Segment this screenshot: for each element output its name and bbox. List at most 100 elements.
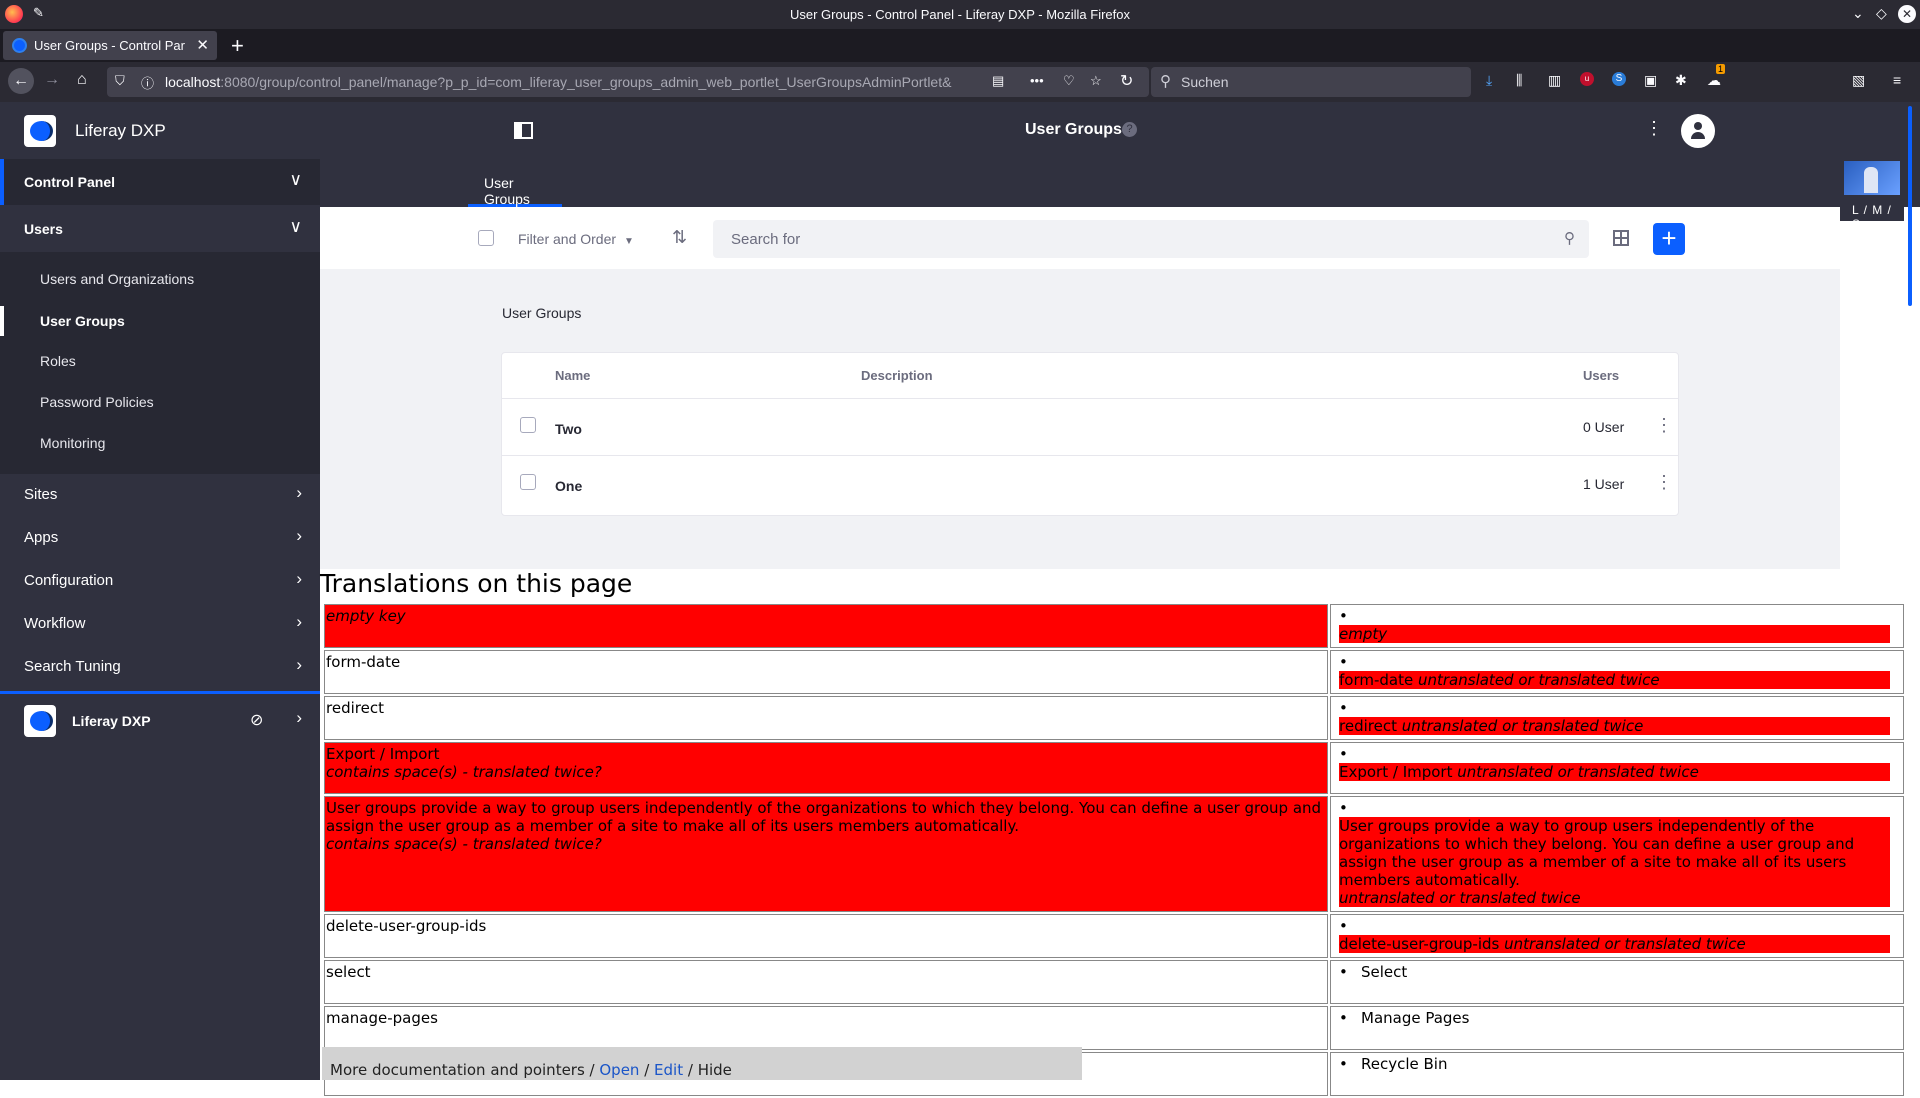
add-user-group-button[interactable]: + [1653, 223, 1685, 255]
translations-table: empty key •empty form-date •form-date un… [322, 602, 1906, 1098]
open-link[interactable]: Open [599, 1061, 639, 1079]
extension-box-icon[interactable]: ▧ [1852, 72, 1865, 89]
tab-user-groups[interactable]: User Groups [468, 159, 562, 207]
translation-key: manage-pages [324, 1006, 1328, 1050]
translation-row: User groups provide a way to group users… [324, 796, 1904, 912]
hide-link[interactable]: / Hide [683, 1061, 732, 1079]
pocket-icon[interactable]: ♡ [1063, 73, 1075, 89]
table-header: Name Description Users [502, 353, 1678, 399]
translation-row: select • Select [324, 960, 1904, 1004]
sidebar-item-configuration[interactable]: Configuration › [0, 560, 320, 603]
site-selector[interactable]: Liferay DXP ⊘ › [0, 691, 320, 747]
hamburger-menu-icon[interactable]: ≡ [1893, 72, 1901, 88]
row-name[interactable]: One [555, 478, 582, 494]
browser-search-field[interactable]: ⚲ Suchen [1151, 67, 1471, 97]
close-window-icon[interactable]: ✕ [1898, 5, 1916, 23]
select-all-checkbox[interactable] [478, 230, 494, 246]
sort-order-icon[interactable]: ⇅ [672, 227, 687, 248]
search-input[interactable]: Search for ⚲ [713, 220, 1589, 258]
translation-row: form-date •form-date untranslated or tra… [324, 650, 1904, 694]
maximize-icon[interactable]: ◇ [1876, 5, 1887, 22]
translation-key: Export / Import contains space(s) - trans… [324, 742, 1328, 794]
translation-row: redirect •redirect untranslated or trans… [324, 696, 1904, 740]
extension-gear-icon[interactable]: ✱ [1675, 72, 1687, 89]
url-bar[interactable]: ⛉ ⓘ localhost:8080/group/control_panel/m… [107, 67, 1149, 97]
sidebar-item-workflow[interactable]: Workflow › [0, 603, 320, 646]
library-icon[interactable]: ⫼ [1516, 72, 1522, 89]
product-menu: Liferay DXP Control Panel ∨ Users ∨ User… [0, 102, 320, 1080]
chevron-down-icon: ∨ [289, 170, 302, 189]
users-submenu: Users and Organizations User Groups Role… [0, 252, 320, 474]
table-row[interactable]: One 1 User ⋮ [502, 456, 1678, 513]
translation-row: delete-user-group-ids •delete-user-group… [324, 914, 1904, 958]
options-kebab-icon[interactable]: ⋮ [1645, 118, 1663, 139]
shield-icon[interactable]: ⛉ [115, 73, 125, 89]
row-checkbox[interactable] [520, 417, 536, 433]
row-actions-kebab-icon[interactable]: ⋮ [1655, 472, 1673, 493]
reader-view-icon[interactable]: ▤ [992, 73, 1004, 89]
video-thumbnail[interactable]: L / M / S [1840, 159, 1904, 231]
translation-key: empty key [324, 604, 1328, 648]
new-tab-icon[interactable]: + [231, 33, 244, 59]
filter-and-order-dropdown[interactable]: Filter and Order ▼ [518, 231, 634, 247]
row-actions-kebab-icon[interactable]: ⋮ [1655, 415, 1673, 436]
translation-row: Export / Import contains space(s) - trans… [324, 742, 1904, 794]
translation-key: select [324, 960, 1328, 1004]
row-checkbox[interactable] [520, 474, 536, 490]
documentation-bar: More documentation and pointers / Open /… [322, 1047, 1082, 1080]
size-toggle-label[interactable]: L / M / S [1852, 203, 1904, 231]
sidebar-item-apps[interactable]: Apps › [0, 517, 320, 560]
row-users: 1 User [1583, 476, 1625, 492]
sidebar-icon[interactable]: ▥ [1548, 72, 1561, 89]
users-section[interactable]: Users ∨ [0, 206, 320, 252]
product-menu-toggle-icon[interactable] [514, 122, 533, 139]
column-name[interactable]: Name [555, 368, 590, 383]
url-text[interactable]: localhost:8080/group/control_panel/manag… [165, 74, 955, 90]
column-description[interactable]: Description [861, 368, 933, 383]
browser-tab[interactable]: User Groups - Control Par ✕ [3, 31, 217, 60]
translation-key: User groups provide a way to group users… [324, 796, 1328, 912]
search-icon[interactable]: ⚲ [1564, 229, 1575, 247]
site-logo-icon [24, 705, 56, 737]
column-users[interactable]: Users [1583, 368, 1619, 383]
page-title: User Groups [1025, 121, 1122, 138]
edit-link[interactable]: Edit [654, 1061, 683, 1079]
minimize-icon[interactable]: ⌄ [1852, 5, 1864, 22]
sidebar-item-user-groups[interactable]: User Groups [0, 306, 320, 336]
control-panel-section[interactable]: Control Panel ∨ [0, 159, 320, 205]
sidebar-item-password-policies[interactable]: Password Policies [0, 394, 320, 414]
extension-cloud-icon[interactable]: ☁ 1 [1707, 64, 1726, 89]
download-icon[interactable]: ⤓ [1486, 72, 1492, 89]
user-avatar[interactable] [1681, 114, 1715, 148]
reload-icon[interactable]: ↻ [1120, 71, 1133, 91]
info-icon[interactable]: ⓘ [141, 73, 154, 92]
translation-value: •User groups provide a way to group user… [1330, 796, 1904, 912]
page-actions-icon[interactable]: ••• [1030, 73, 1044, 88]
sidebar-item-sites[interactable]: Sites › [0, 474, 320, 517]
compass-icon[interactable]: ⊘ [250, 710, 263, 730]
home-icon[interactable]: ⌂ [77, 71, 87, 89]
translation-value: •redirect untranslated or translated twi… [1330, 696, 1904, 740]
liferay-logo-icon [24, 115, 56, 147]
chevron-right-icon: › [296, 526, 302, 545]
extension-s-icon[interactable]: S [1612, 72, 1626, 86]
window-title: User Groups - Control Panel - Liferay DX… [789, 7, 1131, 22]
display-style-icon[interactable] [1613, 230, 1629, 246]
main-content: User Groups Name Description Users Two 0… [320, 269, 1840, 569]
sidebar-item-roles[interactable]: Roles [0, 353, 320, 373]
sidebar-item-users-and-organizations[interactable]: Users and Organizations [0, 271, 320, 291]
forward-icon[interactable]: → [44, 71, 60, 89]
row-name[interactable]: Two [555, 421, 582, 437]
translation-value: •form-date untranslated or translated tw… [1330, 650, 1904, 694]
tab-strip: User Groups - Control Par ✕ [0, 29, 1920, 62]
ublock-icon[interactable]: u [1580, 72, 1594, 86]
page-scrollbar[interactable] [1908, 106, 1912, 306]
back-icon[interactable]: ← [8, 68, 34, 94]
help-icon[interactable]: ? [1122, 122, 1137, 137]
bookmark-star-icon[interactable]: ☆ [1090, 73, 1102, 89]
close-tab-icon[interactable]: ✕ [196, 36, 209, 54]
extension-glasses-icon[interactable]: ▣ [1644, 72, 1657, 89]
sidebar-item-search-tuning[interactable]: Search Tuning › [0, 646, 320, 689]
sidebar-item-monitoring[interactable]: Monitoring [0, 435, 320, 455]
table-row[interactable]: Two 0 User ⋮ [502, 399, 1678, 456]
